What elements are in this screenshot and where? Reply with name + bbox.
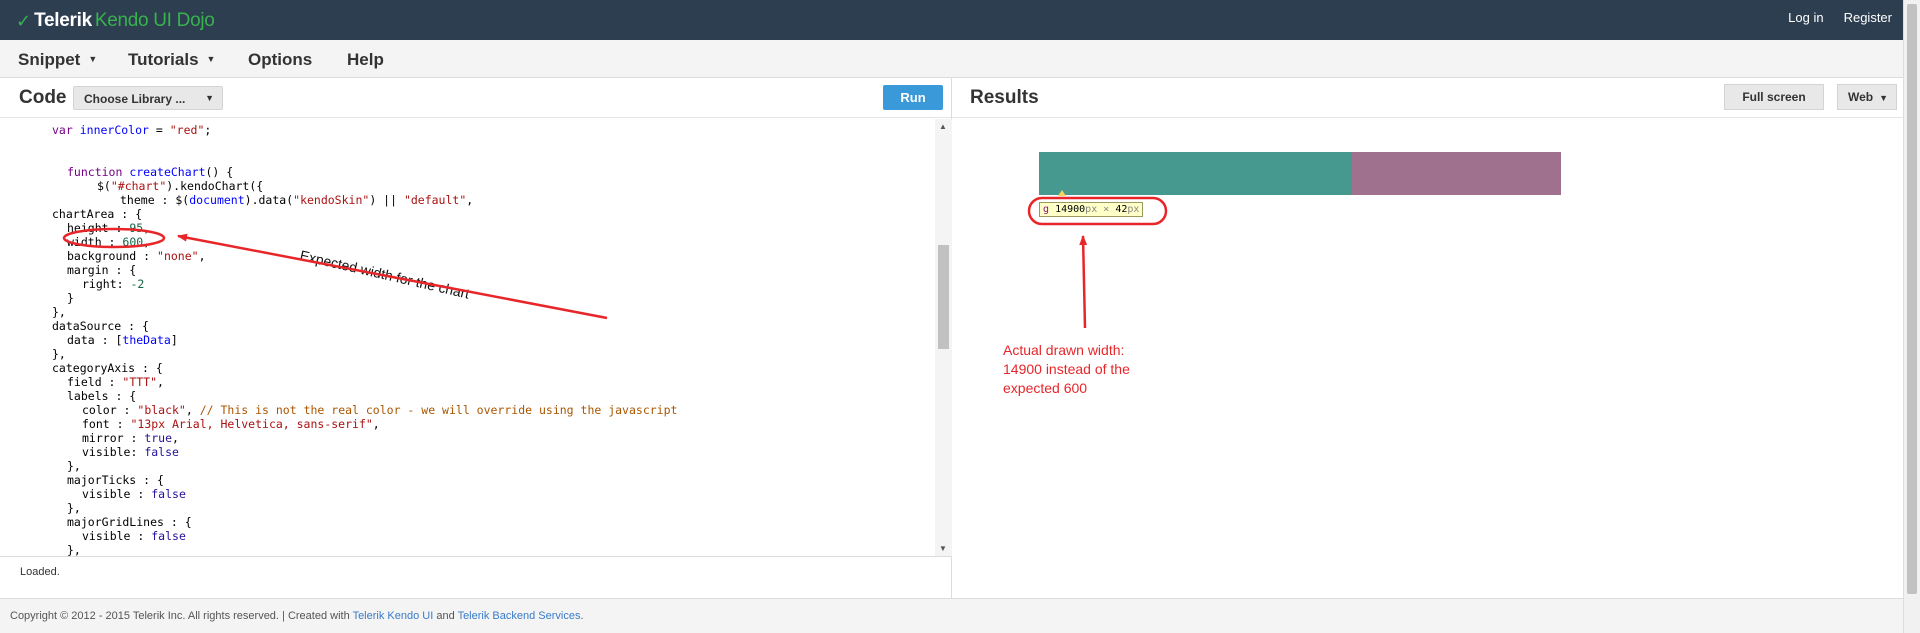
footer-end: . xyxy=(580,610,584,622)
code-line: theme : $(document).data("kendoSkin") ||… xyxy=(120,193,474,207)
code-panel-header: Code Choose Library ... ▼ Run xyxy=(0,78,951,118)
caret-down-icon: ▼ xyxy=(1879,93,1888,103)
web-select-label: Web xyxy=(1848,90,1874,104)
web-select[interactable]: Web ▼ xyxy=(1837,84,1897,110)
page-scrollbar-thumb[interactable] xyxy=(1907,4,1917,594)
code-line: }, xyxy=(67,459,81,473)
menu-tutorials[interactable]: Tutorials ▼ xyxy=(128,50,215,70)
code-line: }, xyxy=(52,347,66,361)
menu-options[interactable]: Options xyxy=(248,50,312,70)
run-button[interactable]: Run xyxy=(883,85,943,110)
code-scrollbar[interactable]: ▲ ▼ xyxy=(935,119,952,556)
results-panel-title: Results xyxy=(970,87,1039,108)
code-line: field : "TTT", xyxy=(67,375,164,389)
annotation-actual-line-2: 14900 instead of the xyxy=(1003,361,1130,377)
menu-tutorials-label: Tutorials xyxy=(128,50,199,69)
code-line: background : "none", xyxy=(67,249,206,263)
code-line: margin : { xyxy=(67,263,137,277)
tooltip-height: 42 xyxy=(1115,204,1128,215)
code-line: dataSource : { xyxy=(52,319,149,333)
choose-library-label: Choose Library ... xyxy=(84,92,186,106)
login-link[interactable]: Log in xyxy=(1788,10,1823,25)
telerik-logo[interactable]: ✓ Telerik Kendo UI Dojo xyxy=(16,9,215,33)
status-text: Loaded. xyxy=(20,566,60,578)
element-inspector-tooltip: g 14900px × 42px xyxy=(1039,202,1144,217)
code-line: function createChart() { xyxy=(67,165,234,179)
code-scrollbar-thumb[interactable] xyxy=(938,245,949,349)
code-panel: Code Choose Library ... ▼ Run var innerC… xyxy=(0,78,952,598)
top-bar: ✓ Telerik Kendo UI Dojo Log in Register xyxy=(0,0,1920,40)
chart-bar-magenta xyxy=(1352,152,1561,195)
code-line: color : "black", // This is not the real… xyxy=(82,403,678,417)
menu-snippet[interactable]: Snippet ▼ xyxy=(18,50,97,70)
tooltip-tag: g xyxy=(1043,204,1050,215)
tooltip-times: × xyxy=(1103,204,1110,215)
page-scrollbar[interactable] xyxy=(1903,0,1920,633)
logo-brand: Telerik xyxy=(34,10,92,31)
code-line-width: width : 600, xyxy=(67,235,151,249)
caret-down-icon: ▼ xyxy=(205,93,214,103)
footer: Copyright © 2012 - 2015 Telerik Inc. All… xyxy=(0,598,1903,633)
code-line: categoryAxis : { xyxy=(52,361,163,375)
tooltip-unit: px xyxy=(1085,204,1098,215)
code-panel-title: Code xyxy=(19,87,67,108)
annotation-actual-line-1: Actual drawn width: xyxy=(1003,342,1125,358)
results-panel-header: Results Full screen Web ▼ xyxy=(952,78,1903,118)
choose-library-select[interactable]: Choose Library ... ▼ xyxy=(73,86,223,110)
code-line: }, xyxy=(67,543,81,556)
scroll-up-icon[interactable]: ▲ xyxy=(939,122,947,131)
code-line: height : 95, xyxy=(67,221,151,235)
account-links: Log in Register xyxy=(1788,10,1892,25)
footer-link-backend-services[interactable]: Telerik Backend Services xyxy=(458,610,581,622)
code-line: majorTicks : { xyxy=(67,473,164,487)
code-line: right: -2 xyxy=(82,277,145,291)
menu-help[interactable]: Help xyxy=(347,50,384,70)
code-line: font : "13px Arial, Helvetica, sans-seri… xyxy=(82,417,380,431)
footer-and: and xyxy=(433,610,458,622)
tooltip-width: 14900 xyxy=(1055,204,1086,215)
footer-copyright: Copyright © 2012 - 2015 Telerik Inc. All… xyxy=(10,610,353,622)
code-line: majorGridLines : { xyxy=(67,515,192,529)
code-line: mirror : true, xyxy=(82,431,179,445)
caret-down-icon: ▼ xyxy=(206,54,216,64)
code-line: }, xyxy=(52,305,66,319)
code-line: labels : { xyxy=(67,389,137,403)
code-line: visible: false xyxy=(82,445,179,459)
full-screen-button[interactable]: Full screen xyxy=(1724,84,1824,110)
code-line: visible : false xyxy=(82,529,186,543)
status-bar: Loaded. xyxy=(0,556,951,598)
code-line: chartArea : { xyxy=(52,207,143,221)
register-link[interactable]: Register xyxy=(1844,10,1892,25)
tooltip-unit-2: px xyxy=(1127,204,1140,215)
code-line: visible : false xyxy=(82,487,186,501)
code-line: var innerColor = "red"; xyxy=(52,123,212,137)
code-line: $("#chart").kendoChart({ xyxy=(97,179,264,193)
code-editor[interactable]: var innerColor = "red"; function createC… xyxy=(0,119,935,556)
scroll-down-icon[interactable]: ▼ xyxy=(939,544,947,553)
logo-product: Kendo UI Dojo xyxy=(94,10,215,31)
caret-down-icon: ▼ xyxy=(88,54,98,64)
code-line: }, xyxy=(67,501,81,515)
menu-bar: Snippet ▼ Tutorials ▼ Options Help xyxy=(0,40,1903,78)
code-line: data : [theData] xyxy=(67,333,178,347)
code-line: } xyxy=(67,291,74,305)
footer-text: Copyright © 2012 - 2015 Telerik Inc. All… xyxy=(10,610,584,622)
annotation-actual-width: Actual drawn width: 14900 instead of the… xyxy=(1003,341,1130,398)
telerik-logo-icon: ✓ xyxy=(16,11,32,31)
footer-link-kendo-ui[interactable]: Telerik Kendo UI xyxy=(353,610,434,622)
chart-bar-teal xyxy=(1039,152,1352,195)
menu-snippet-label: Snippet xyxy=(18,50,81,69)
annotation-actual-line-3: expected 600 xyxy=(1003,380,1088,396)
